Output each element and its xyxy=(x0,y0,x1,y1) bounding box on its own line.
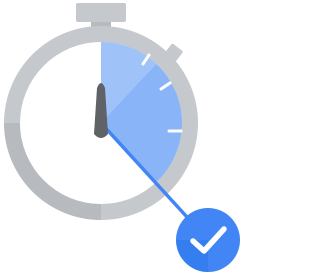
checkmark-badge xyxy=(176,208,240,272)
stopwatch-illustration xyxy=(4,3,240,272)
badge-shadow xyxy=(176,240,208,272)
